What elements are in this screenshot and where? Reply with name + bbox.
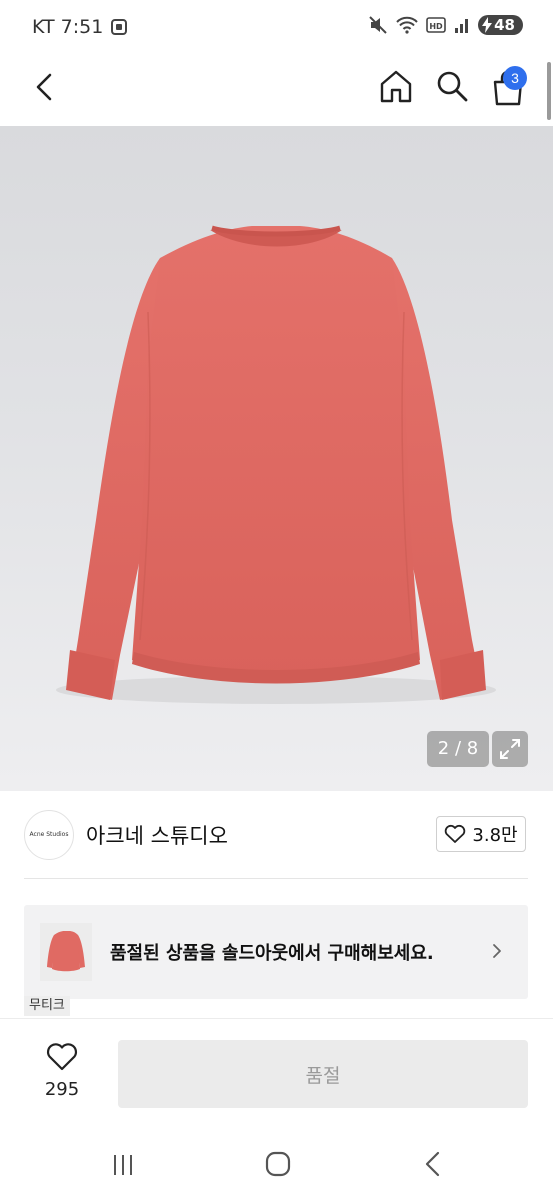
wifi-icon <box>396 16 418 34</box>
cart-count-badge: 3 <box>503 66 527 90</box>
home-icon[interactable] <box>378 68 414 104</box>
battery-level: 48 <box>494 16 515 34</box>
sweatshirt-thumbnail <box>47 931 85 972</box>
recent-apps-icon[interactable] <box>110 1152 136 1178</box>
expand-button[interactable] <box>492 731 528 767</box>
expand-icon <box>500 739 520 759</box>
soldout-banner-text: 품절된 상품을 솔드아웃에서 구매해보세요. <box>110 943 434 964</box>
screen-record-icon <box>111 19 127 35</box>
seller-tag: 무티크 <box>24 996 70 1016</box>
divider <box>0 1018 553 1019</box>
status-icons: HD 48 <box>368 15 523 35</box>
svg-text:HD: HD <box>429 22 443 31</box>
signal-icon <box>455 19 469 33</box>
battery-indicator: 48 <box>478 15 523 35</box>
banner-product-thumbnail <box>40 923 92 981</box>
top-nav <box>0 56 553 126</box>
home-nav-icon[interactable] <box>264 1150 292 1178</box>
back-nav-icon[interactable] <box>420 1150 446 1178</box>
back-icon[interactable] <box>28 70 62 104</box>
carrier-time: KT 7:51 <box>32 16 104 38</box>
hd-icon: HD <box>426 17 446 33</box>
brand-like-count: 3.8만 <box>472 825 518 846</box>
product-image[interactable] <box>0 126 553 791</box>
scroll-indicator <box>547 62 551 120</box>
sweatshirt-image <box>56 225 496 704</box>
divider <box>24 878 528 879</box>
heart-icon <box>46 1043 78 1071</box>
image-counter: 2 / 8 <box>427 731 489 767</box>
status-bar: KT 7:51 HD 48 <box>0 0 553 56</box>
chevron-right-icon <box>493 944 501 958</box>
mute-icon <box>369 16 387 34</box>
search-icon[interactable] <box>434 68 470 104</box>
system-nav-bar <box>0 1130 553 1200</box>
brand-like-button[interactable]: 3.8만 <box>436 816 526 852</box>
brand-logo-text: Acne Studios <box>29 831 69 838</box>
wishlist-count: 295 <box>44 1079 80 1100</box>
charging-icon <box>482 17 493 33</box>
heart-icon <box>445 824 466 843</box>
brand-name[interactable]: 아크네 스튜디오 <box>86 820 228 850</box>
soldout-button[interactable]: 품절 <box>118 1040 528 1108</box>
brand-logo[interactable]: Acne Studios <box>24 810 74 860</box>
